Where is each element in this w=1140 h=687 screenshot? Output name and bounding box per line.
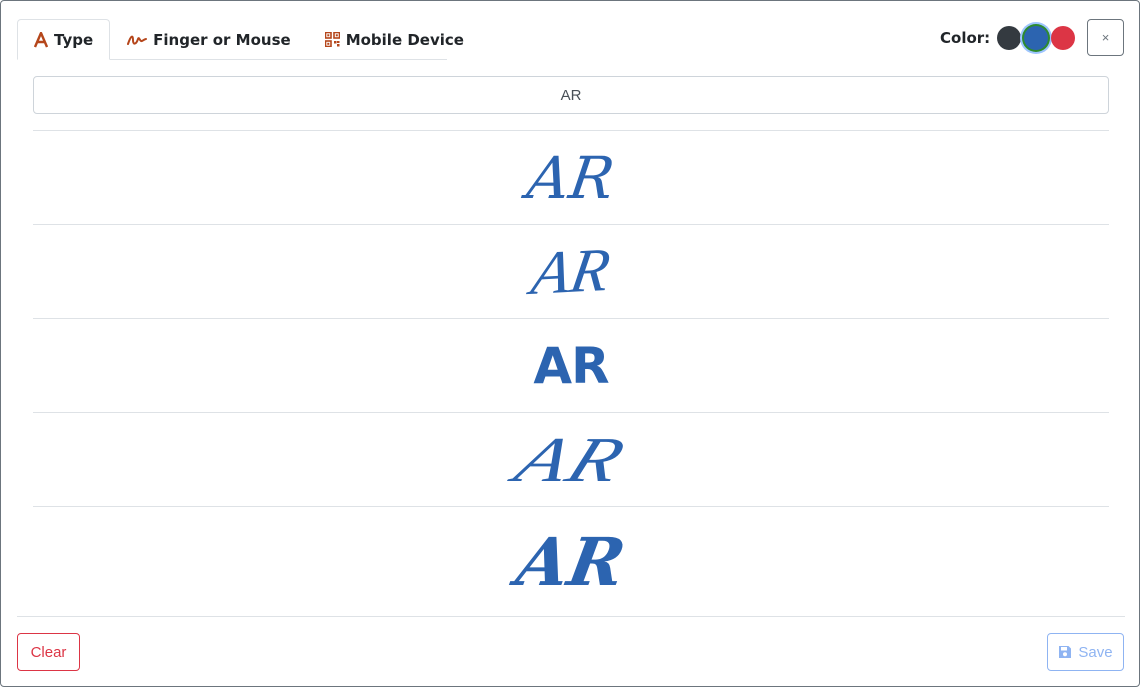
tab-finger-or-mouse-label: Finger or Mouse bbox=[153, 30, 291, 49]
tab-type-label: Type bbox=[54, 30, 94, 49]
color-label: Color: bbox=[940, 29, 991, 47]
signature-text-input[interactable] bbox=[33, 76, 1109, 114]
signature-style-list: AR AR AR AR AR bbox=[33, 130, 1109, 616]
type-letter-icon bbox=[34, 31, 48, 48]
signature-preview: AR bbox=[533, 336, 609, 395]
color-picker: Color: bbox=[940, 25, 1076, 51]
signature-option-1[interactable]: AR bbox=[33, 130, 1109, 224]
color-swatch-blue[interactable] bbox=[1024, 26, 1049, 50]
color-swatch-black[interactable] bbox=[997, 26, 1022, 50]
signature-option-4[interactable]: AR bbox=[33, 412, 1109, 506]
floppy-disk-icon bbox=[1058, 645, 1072, 659]
close-button[interactable]: × bbox=[1087, 19, 1124, 56]
signature-option-5[interactable]: AR bbox=[33, 506, 1109, 616]
signature-preview: AR bbox=[505, 423, 637, 495]
signature-preview: AR bbox=[511, 522, 631, 601]
signature-modal: Type Finger or Mouse Mobile Device Color… bbox=[0, 0, 1140, 687]
signature-preview: AR bbox=[527, 235, 615, 308]
clear-button[interactable]: Clear bbox=[17, 633, 80, 671]
tab-finger-or-mouse[interactable]: Finger or Mouse bbox=[110, 19, 308, 60]
footer-divider bbox=[17, 616, 1125, 617]
close-icon: × bbox=[1101, 30, 1110, 45]
save-button[interactable]: Save bbox=[1047, 633, 1124, 671]
save-label: Save bbox=[1078, 643, 1113, 661]
tab-type[interactable]: Type bbox=[17, 19, 111, 60]
tab-mobile-device[interactable]: Mobile Device bbox=[308, 19, 481, 60]
tab-mobile-device-label: Mobile Device bbox=[345, 30, 464, 49]
signature-option-2[interactable]: AR bbox=[33, 224, 1109, 318]
color-swatch-red[interactable] bbox=[1051, 26, 1076, 50]
signature-option-3[interactable]: AR bbox=[33, 318, 1109, 412]
signature-squiggle-icon bbox=[127, 33, 148, 47]
qr-code-icon bbox=[324, 32, 340, 47]
signature-method-tabs: Type Finger or Mouse Mobile Device bbox=[17, 19, 464, 60]
signature-preview: AR bbox=[523, 143, 619, 212]
